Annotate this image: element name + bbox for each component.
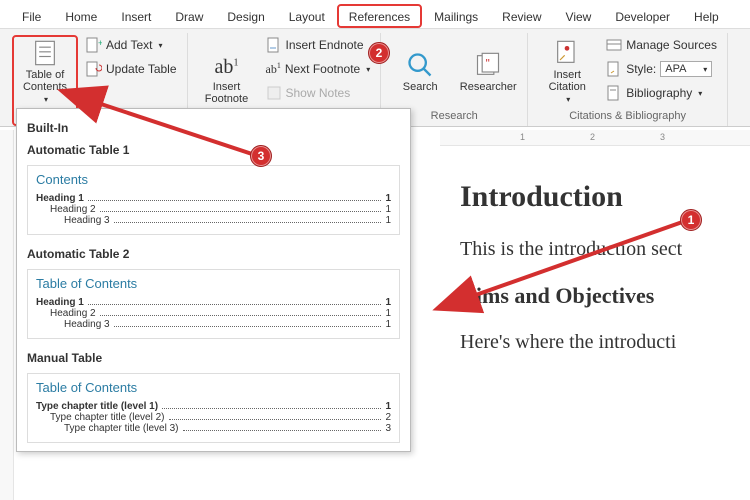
toc-label: Table of Contents [23, 69, 67, 93]
add-text-label: Add Text [106, 38, 152, 52]
citation-icon [553, 39, 581, 67]
auto2-title: Table of Contents [36, 276, 391, 291]
insert-endnote-button[interactable]: Insert Endnote [264, 35, 373, 55]
vertical-ruler [0, 130, 14, 500]
next-footnote-button[interactable]: ab1 Next Footnote ▾ [264, 59, 373, 79]
bibliography-label: Bibliography [626, 86, 692, 100]
table-of-contents-button[interactable]: Table of Contents ▾ [14, 37, 76, 106]
built-in-label: Built-In [27, 121, 400, 135]
add-text-icon: + [86, 37, 102, 53]
tab-layout[interactable]: Layout [277, 4, 337, 28]
annotation-2: 2 [368, 42, 390, 64]
show-notes-button[interactable]: Show Notes [264, 83, 373, 103]
toc-preview-line: Heading 21 [50, 308, 391, 319]
document-page[interactable]: Introduction This is the introduction se… [460, 160, 750, 500]
svg-text:": " [486, 57, 490, 70]
insert-endnote-label: Insert Endnote [286, 38, 364, 52]
tab-home[interactable]: Home [53, 4, 109, 28]
sources-icon [606, 37, 622, 53]
doc-subheading-aims: Aims and Objectives [460, 283, 750, 309]
next-footnote-label: Next Footnote [285, 62, 360, 76]
doc-heading-introduction: Introduction [460, 180, 750, 214]
tab-help[interactable]: Help [682, 4, 731, 28]
toc-preview-line: Heading 11 [36, 193, 391, 204]
style-icon [606, 61, 622, 77]
chevron-down-icon: ▾ [698, 89, 702, 98]
toc-preview-line: Type chapter title (level 1)1 [36, 401, 391, 412]
toc-gallery-dropdown: Built-In Automatic Table 1 Contents Head… [16, 108, 411, 452]
update-table-button[interactable]: Update Table [84, 59, 179, 79]
auto2-preview[interactable]: Table of Contents Heading 11Heading 21He… [27, 269, 400, 339]
annotation-3: 3 [250, 145, 272, 167]
tab-developer[interactable]: Developer [603, 4, 682, 28]
menu-bar: File Home Insert Draw Design Layout Refe… [0, 0, 750, 29]
auto1-preview[interactable]: Contents Heading 11Heading 21Heading 31 [27, 165, 400, 235]
style-label: Style: [626, 62, 656, 76]
search-button[interactable]: Search [389, 35, 451, 108]
style-dropdown[interactable]: APA ▾ [660, 61, 712, 77]
tab-view[interactable]: View [554, 4, 604, 28]
next-footnote-icon: ab1 [266, 61, 281, 77]
endnote-icon [266, 37, 282, 53]
update-icon [86, 61, 102, 77]
ruler-mark: 3 [660, 132, 665, 142]
search-icon [406, 51, 434, 79]
tab-review[interactable]: Review [490, 4, 553, 28]
group-citations: Insert Citation ▾ Manage Sources Style: A… [528, 33, 728, 126]
toc-preview-line: Heading 11 [36, 297, 391, 308]
svg-text:+: + [98, 38, 102, 48]
insert-caption-button[interactable]: Inser Captic [736, 35, 750, 126]
show-notes-label: Show Notes [286, 86, 351, 100]
doc-paragraph: This is the introduction sect [460, 238, 750, 261]
bibliography-button[interactable]: Bibliography ▾ [604, 83, 719, 103]
toc-preview-line: Heading 31 [64, 319, 391, 330]
manage-sources-button[interactable]: Manage Sources [604, 35, 719, 55]
tab-file[interactable]: File [10, 4, 53, 28]
researcher-icon: " [474, 51, 502, 79]
toc-icon [31, 39, 59, 67]
bibliography-icon [606, 85, 622, 101]
toc-preview-line: Type chapter title (level 3)3 [64, 423, 391, 434]
tab-mailings[interactable]: Mailings [422, 4, 490, 28]
chevron-down-icon: ▾ [44, 95, 48, 104]
tab-references[interactable]: References [337, 4, 422, 28]
tab-draw[interactable]: Draw [163, 4, 215, 28]
ruler-mark: 2 [590, 132, 595, 142]
add-text-button[interactable]: + Add Text ▾ [84, 35, 179, 55]
chevron-down-icon: ▾ [566, 95, 570, 104]
style-value: APA [665, 63, 686, 75]
auto2-label: Automatic Table 2 [27, 247, 400, 261]
ruler-mark: 1 [520, 132, 525, 142]
update-table-label: Update Table [106, 62, 177, 76]
horizontal-ruler: 1 2 3 [440, 130, 750, 146]
manual-preview[interactable]: Table of Contents Type chapter title (le… [27, 373, 400, 443]
chevron-down-icon: ▾ [703, 65, 707, 74]
tab-insert[interactable]: Insert [109, 4, 163, 28]
manual-label: Manual Table [27, 351, 400, 365]
style-selector[interactable]: Style: APA ▾ [604, 59, 719, 79]
auto1-label: Automatic Table 1 [27, 143, 400, 157]
toc-preview-line: Heading 31 [64, 215, 391, 226]
insert-footnote-label: Insert Footnote [205, 81, 248, 105]
toc-preview-line: Type chapter title (level 2)2 [50, 412, 391, 423]
group-captions: Inser Captic [728, 33, 750, 126]
citations-group-label: Citations & Bibliography [536, 108, 719, 126]
tab-design[interactable]: Design [215, 4, 276, 28]
manual-title: Table of Contents [36, 380, 391, 395]
show-notes-icon [266, 85, 282, 101]
auto1-title: Contents [36, 172, 391, 187]
annotation-1: 1 [680, 209, 702, 231]
manage-sources-label: Manage Sources [626, 38, 717, 52]
researcher-button[interactable]: " Researcher [457, 35, 519, 108]
chevron-down-icon: ▾ [366, 65, 370, 74]
search-label: Search [403, 81, 438, 93]
researcher-label: Researcher [460, 81, 517, 93]
insert-citation-button[interactable]: Insert Citation ▾ [536, 35, 598, 108]
chevron-down-icon: ▾ [158, 41, 162, 50]
footnote-icon: ab1 [215, 56, 239, 79]
doc-paragraph: Here's where the introducti [460, 331, 750, 354]
insert-citation-label: Insert Citation [549, 69, 586, 93]
toc-preview-line: Heading 21 [50, 204, 391, 215]
